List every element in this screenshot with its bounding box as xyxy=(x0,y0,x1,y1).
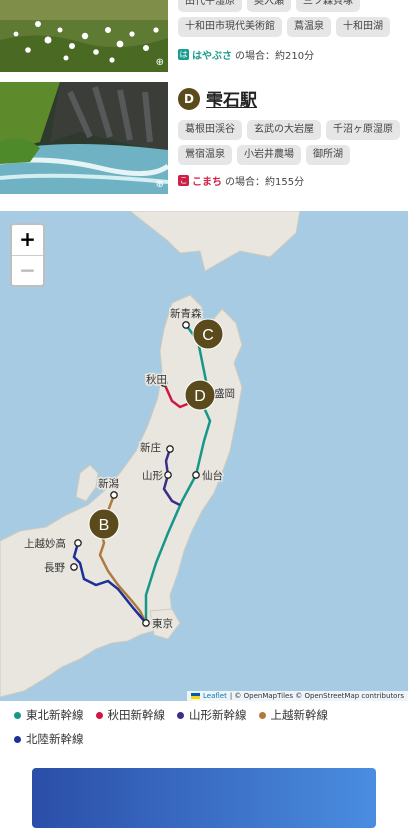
spot-card-hayabusa: ⊕ 田代平湿原 奥入瀬 三ツ森貝塚 十和田市現代美術館 蔦温泉 十和田湖 は は… xyxy=(0,0,408,80)
tag-item[interactable]: 小岩井農場 xyxy=(237,145,301,165)
travel-time-text: の場合：約210分 xyxy=(235,51,315,62)
station-label: 上越妙高 xyxy=(24,537,66,550)
zoom-out-button[interactable]: − xyxy=(12,255,43,286)
station-label: 東京 xyxy=(152,617,173,630)
tag-item[interactable]: 十和田湖 xyxy=(336,17,390,37)
legend-dot-icon xyxy=(95,711,103,719)
station-label: 仙台 xyxy=(202,469,223,482)
tag-item[interactable]: 十和田市現代美術館 xyxy=(178,17,282,37)
legend-dot-icon xyxy=(14,711,21,719)
tag-item[interactable]: 千沼ヶ原湿原 xyxy=(326,120,400,140)
map-canvas[interactable]: 新青森 秋田 盛岡 新庄 山形 仙台 新潟 上越妙高 長野 東京 C D B xyxy=(0,211,408,701)
legend-item: 東北新幹線 xyxy=(14,707,84,723)
tag-list: 田代平湿原 奥入瀬 三ツ森貝塚 十和田市現代美術館 蔦温泉 十和田湖 xyxy=(178,0,402,37)
train-name: はやぶさ xyxy=(192,51,232,62)
tag-item[interactable]: 三ツ森貝塚 xyxy=(296,0,360,12)
legend-dot-icon xyxy=(14,735,21,743)
gorge-photo[interactable]: ⊕ xyxy=(0,82,168,194)
svg-text:D: D xyxy=(194,388,206,405)
travel-time-text: の場合：約155分 xyxy=(225,177,305,188)
station-label: 盛岡 xyxy=(214,387,235,400)
legend-item: 山形新幹線 xyxy=(177,707,247,723)
legend-label: 東北新幹線 xyxy=(26,708,84,722)
train-icon: は xyxy=(178,49,189,60)
leaflet-link[interactable]: Leaflet xyxy=(203,692,227,700)
svg-text:C: C xyxy=(202,327,214,344)
station-label: 山形 xyxy=(142,470,163,482)
map-marker-c[interactable]: C xyxy=(192,318,224,350)
cotton-grass-photo[interactable]: ⊕ xyxy=(0,0,168,72)
map-attribution: Leaflet | © OpenMapTiles © OpenStreetMap… xyxy=(186,691,408,701)
spot-info: D 雫石駅 葛根田渓谷 玄武の大岩屋 千沼ヶ原湿原 鶯宿温泉 小岩井農場 御所湖… xyxy=(178,82,402,188)
cta-button[interactable] xyxy=(32,768,376,828)
tag-item[interactable]: 鶯宿温泉 xyxy=(178,145,232,165)
tag-item[interactable]: 蔦温泉 xyxy=(287,17,331,37)
station-marker-badge: D xyxy=(178,87,200,110)
station-label: 新青森 xyxy=(170,307,202,320)
travel-time: こ こまち の場合：約155分 xyxy=(178,173,402,188)
station-link[interactable]: 雫石駅 xyxy=(206,86,257,111)
line-legend: 東北新幹線 秋田新幹線 山形新幹線 上越新幹線 北陸新幹線 xyxy=(14,707,394,747)
tag-item[interactable]: 玄武の大岩屋 xyxy=(247,120,321,140)
tag-list: 葛根田渓谷 玄武の大岩屋 千沼ヶ原湿原 鶯宿温泉 小岩井農場 御所湖 xyxy=(178,120,402,165)
zoom-icon[interactable]: ⊕ xyxy=(156,57,164,68)
spot-info: 田代平湿原 奥入瀬 三ツ森貝塚 十和田市現代美術館 蔦温泉 十和田湖 は はやぶ… xyxy=(178,0,402,62)
legend-item: 上越新幹線 xyxy=(258,707,329,723)
tag-item[interactable]: 田代平湿原 xyxy=(178,0,242,12)
legend-dot-icon xyxy=(177,711,184,719)
legend-label: 上越新幹線 xyxy=(270,708,329,722)
map-marker-b[interactable]: B xyxy=(88,508,120,540)
legend-dot-icon xyxy=(258,711,266,719)
station-heading: D 雫石駅 xyxy=(178,86,402,111)
zoom-in-button[interactable]: + xyxy=(12,225,43,255)
train-icon: こ xyxy=(178,175,189,186)
train-name: こまち xyxy=(192,177,222,188)
zoom-control: + − xyxy=(10,223,45,287)
svg-text:B: B xyxy=(99,517,110,534)
ukraine-flag-icon xyxy=(190,693,200,699)
tag-item[interactable]: 奥入瀬 xyxy=(247,0,291,12)
spot-card-shizukuishi: ⊕ D 雫石駅 葛根田渓谷 玄武の大岩屋 千沼ヶ原湿原 鶯宿温泉 小岩井農場 御… xyxy=(0,82,408,200)
legend-label: 北陸新幹線 xyxy=(26,732,84,746)
tag-item[interactable]: 御所湖 xyxy=(306,145,350,165)
legend-label: 山形新幹線 xyxy=(189,708,247,722)
station-label: 長野 xyxy=(44,562,65,574)
map-marker-d[interactable]: D xyxy=(184,379,216,411)
tag-item[interactable]: 葛根田渓谷 xyxy=(178,120,242,140)
station-label: 新潟 xyxy=(98,477,119,490)
route-map[interactable]: 新青森 秋田 盛岡 新庄 山形 仙台 新潟 上越妙高 長野 東京 C D B +… xyxy=(0,211,408,701)
zoom-icon[interactable]: ⊕ xyxy=(156,179,164,190)
travel-time: は はやぶさ の場合：約210分 xyxy=(178,47,402,62)
legend-item: 北陸新幹線 xyxy=(14,731,84,747)
station-label: 新庄 xyxy=(140,441,161,454)
station-label: 秋田 xyxy=(146,373,167,386)
legend-label: 秋田新幹線 xyxy=(107,708,166,722)
legend-item: 秋田新幹線 xyxy=(95,707,166,723)
attribution-text[interactable]: | © OpenMapTiles © OpenStreetMap contrib… xyxy=(230,692,404,700)
